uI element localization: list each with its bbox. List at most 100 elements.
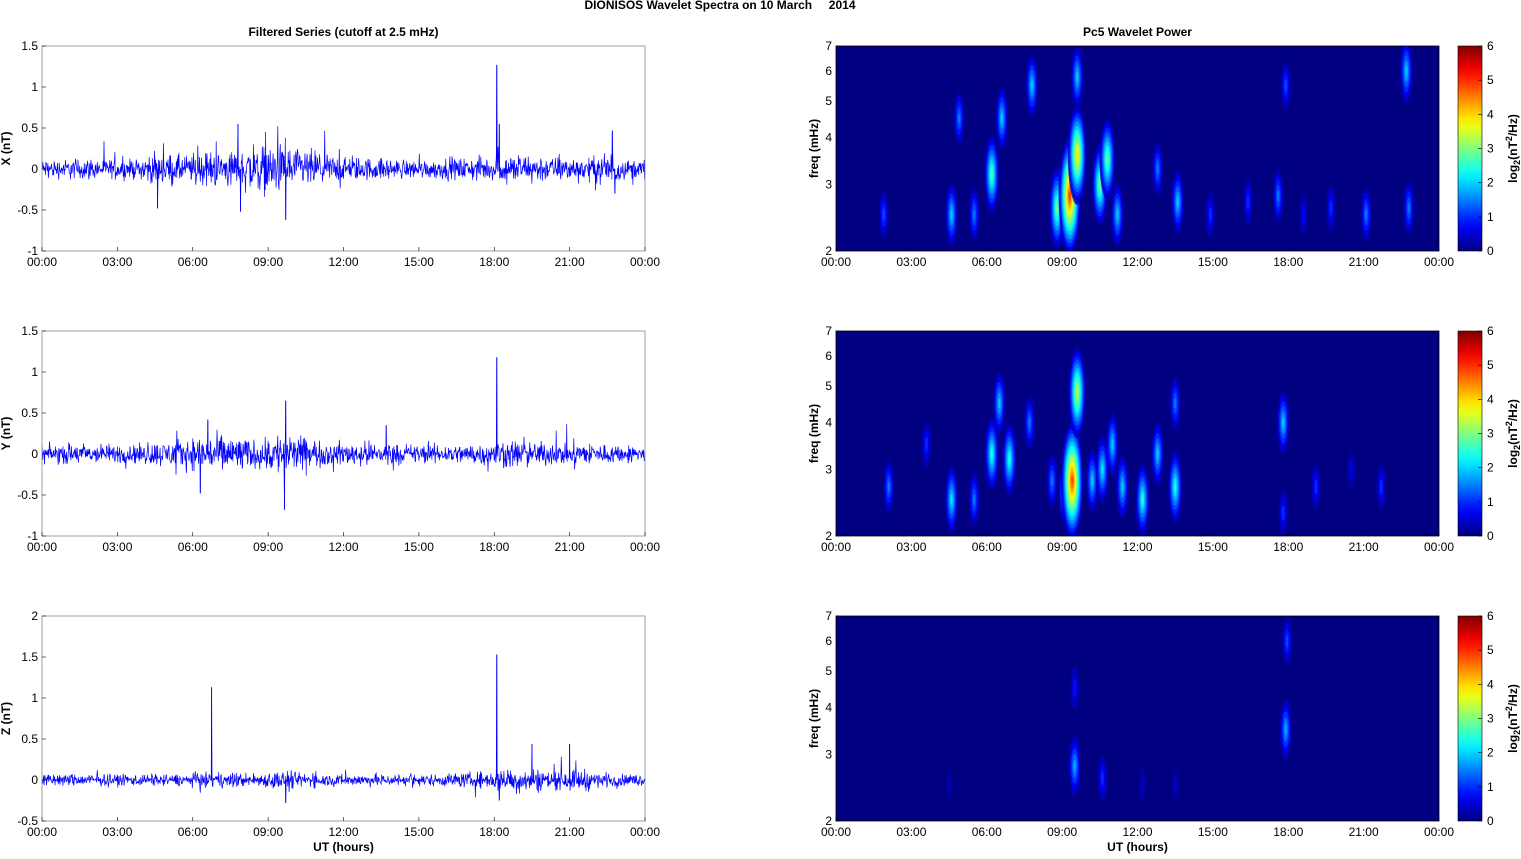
- y-axis-label: X (nT): [0, 132, 13, 166]
- x-tick-label: 06:00: [972, 825, 1002, 839]
- y-tick-label: 3: [825, 178, 832, 192]
- y-tick-label: 0.5: [21, 732, 38, 746]
- colorbar-tick-label: 5: [1487, 643, 1494, 657]
- power-contour: [1000, 112, 1003, 124]
- power-contour: [1301, 204, 1306, 225]
- power-contour: [1072, 677, 1077, 699]
- x-tick-label: 06:00: [178, 255, 208, 269]
- colorbar-tick-label: 0: [1487, 244, 1494, 258]
- colorbar-tick-label: 6: [1487, 609, 1494, 623]
- power-contour: [1156, 448, 1159, 460]
- colorbar-tick-label: 3: [1487, 427, 1494, 441]
- power-blob: [945, 182, 958, 247]
- power-contour: [887, 481, 890, 493]
- power-blob: [1071, 46, 1084, 109]
- power-contour: [1121, 481, 1124, 493]
- power-contour: [1208, 206, 1212, 223]
- power-blob: [995, 86, 1009, 151]
- x-tick-label: 03:00: [896, 255, 926, 269]
- x-tick-label: 15:00: [404, 825, 434, 839]
- power-contour: [998, 397, 1001, 409]
- colorbar-tick-label: 1: [1487, 780, 1494, 794]
- x-tick-label: 03:00: [896, 825, 926, 839]
- x-tick-label: 21:00: [1349, 825, 1379, 839]
- power-contour: [1116, 209, 1119, 220]
- colorbar-label: log2(nT2/Hz): [1504, 114, 1521, 183]
- power-contour: [947, 776, 951, 793]
- colorbar-tick-label: 6: [1487, 39, 1494, 53]
- power-contour: [1284, 79, 1287, 92]
- x-tick-label: 03:00: [102, 825, 132, 839]
- power-blob: [1067, 104, 1087, 205]
- power-blob: [993, 371, 1006, 436]
- y-axis-label: freq (mHz): [807, 119, 821, 178]
- x-tick-label: 03:00: [102, 255, 132, 269]
- power-blob: [1277, 390, 1290, 455]
- power-blob: [1025, 53, 1039, 118]
- y-tick-label: 5: [825, 94, 832, 108]
- power-contour: [1379, 479, 1383, 495]
- y-tick-label: 0.5: [21, 406, 38, 420]
- x-tick-label: 06:00: [972, 255, 1002, 269]
- x-tick-label: 21:00: [555, 540, 585, 554]
- x-tick-label: 00:00: [1424, 825, 1454, 839]
- series-panel-y-1: 00:00 03:00 06:00 09:00 12:00 15:00 18:00 21:00…: [0, 324, 660, 554]
- power-contour: [1100, 770, 1104, 786]
- power-blob: [883, 459, 895, 515]
- y-tick-label: 0.5: [21, 121, 38, 135]
- figure-title: DIONISOS Wavelet Spectra on 10 March 201…: [585, 0, 856, 12]
- colorbar-tick-label: 0: [1487, 814, 1494, 828]
- y-tick-label: 7: [825, 39, 832, 53]
- figure: DIONISOS Wavelet Spectra on 10 March 201…: [0, 0, 1521, 854]
- power-contour: [1174, 482, 1177, 492]
- colorbar-tick-label: 5: [1487, 73, 1494, 87]
- y-tick-label: 7: [825, 324, 832, 338]
- power-contour: [958, 112, 961, 124]
- power-blob: [1068, 735, 1081, 797]
- colorbar-tick-label: 5: [1487, 358, 1494, 372]
- y-tick-label: 0: [31, 162, 38, 176]
- y-tick-label: -1: [27, 244, 38, 258]
- power-blob: [1171, 766, 1179, 803]
- y-tick-label: -0.5: [17, 203, 38, 217]
- colorbar-tick-label: 6: [1487, 324, 1494, 338]
- power-blob: [1068, 347, 1086, 439]
- power-contour: [950, 494, 953, 505]
- colorbar-tick-label: 4: [1487, 392, 1494, 406]
- y-tick-label: 2: [825, 814, 832, 828]
- power-blob: [1272, 168, 1284, 224]
- power-contour: [1091, 475, 1094, 487]
- x-tick-label: 18:00: [479, 540, 509, 554]
- colorbar-tick-label: 2: [1487, 461, 1494, 475]
- power-blob: [1376, 463, 1386, 510]
- power-blob: [1279, 699, 1292, 760]
- x-tick-label: 15:00: [1198, 255, 1228, 269]
- spectrogram-background: [836, 616, 1439, 821]
- x-tick-label: 03:00: [896, 540, 926, 554]
- power-blob: [878, 189, 889, 240]
- x-tick-label: 09:00: [253, 825, 283, 839]
- power-contour: [1365, 208, 1368, 220]
- power-blob: [1326, 185, 1336, 232]
- x-tick-label: 09:00: [253, 540, 283, 554]
- colorbar-tick-label: 2: [1487, 176, 1494, 190]
- power-blob: [1138, 766, 1147, 803]
- power-blob: [945, 465, 959, 534]
- colorbar-tick-label: 3: [1487, 712, 1494, 726]
- y-tick-label: -0.5: [17, 488, 38, 502]
- x-tick-label: 09:00: [1047, 825, 1077, 839]
- y-tick-label: 6: [825, 634, 832, 648]
- x-tick-label: 15:00: [404, 540, 434, 554]
- power-blob: [1282, 616, 1292, 667]
- power-contour: [1098, 180, 1101, 190]
- power-blob: [1400, 46, 1413, 104]
- y-tick-label: 4: [825, 701, 832, 715]
- y-tick-label: -1: [27, 529, 38, 543]
- power-blob: [1111, 182, 1124, 247]
- power-contour: [990, 449, 993, 459]
- power-contour: [1405, 65, 1408, 77]
- power-contour: [1101, 464, 1104, 475]
- colorbar-tick-label: 1: [1487, 495, 1494, 509]
- power-blob: [1280, 60, 1291, 111]
- x-tick-label: 18:00: [1273, 255, 1303, 269]
